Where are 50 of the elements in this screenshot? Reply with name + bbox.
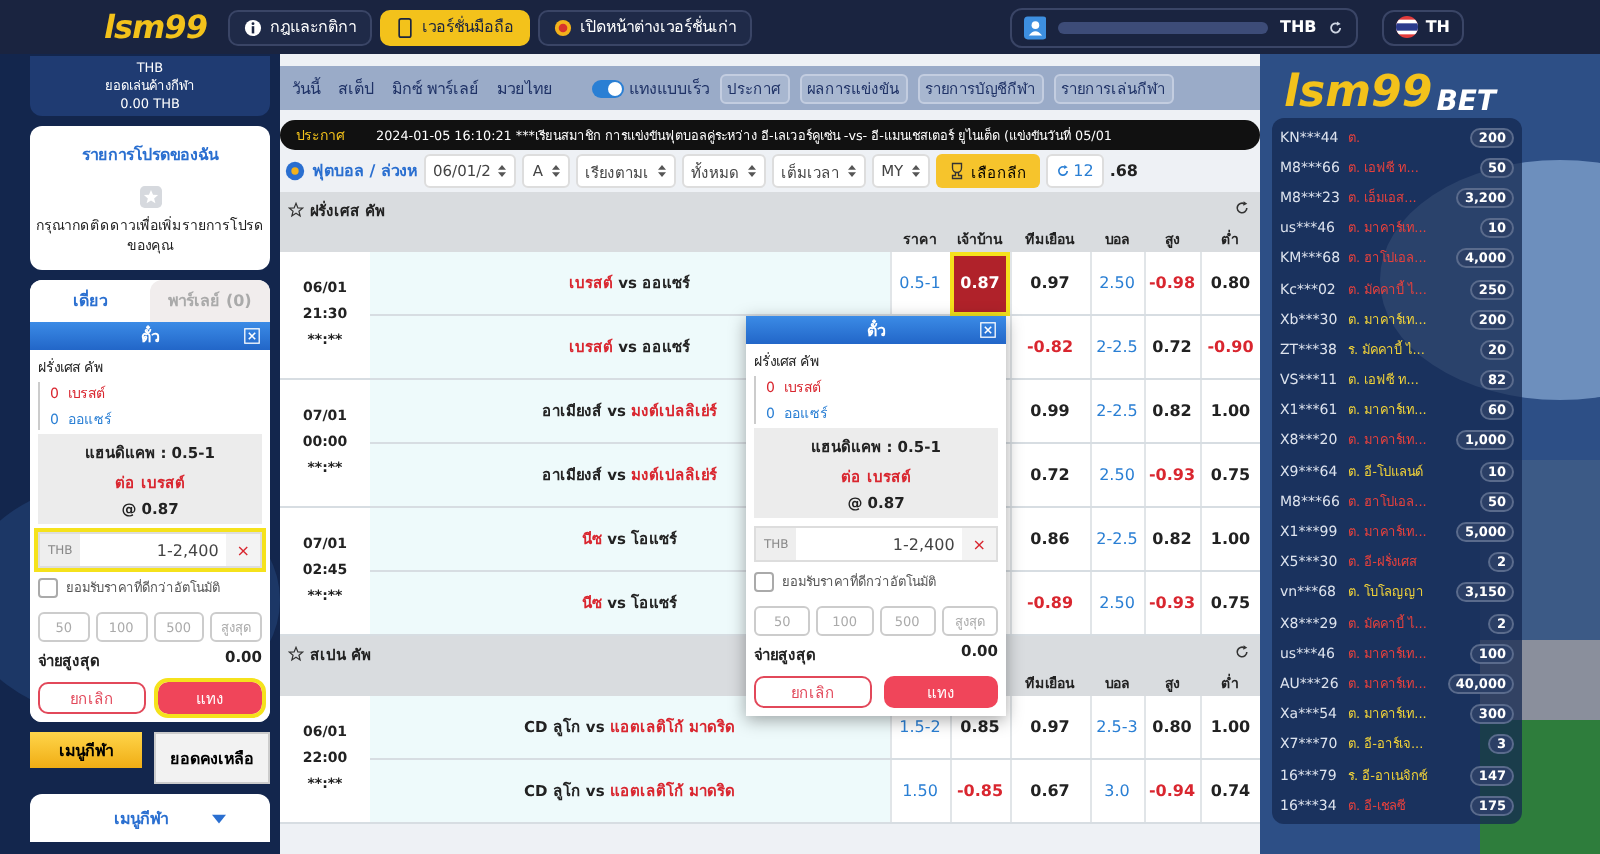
logo-tag: BET: [1436, 86, 1496, 118]
odds-value[interactable]: 1.5-2: [899, 717, 941, 735]
menu-button[interactable]: เมนูกีฬา: [30, 732, 142, 768]
odds-value[interactable]: 1.50: [902, 781, 938, 799]
odds-value[interactable]: 0.97: [1030, 273, 1070, 291]
odds-value[interactable]: 0.75: [1210, 593, 1251, 611]
menu-button[interactable]: ยอดคงเหลือ: [154, 732, 270, 784]
header-button[interactable]: เปิดหน้าต่างเวอร์ชั่นเก่า: [538, 9, 752, 45]
odds-value[interactable]: 0.97: [1030, 717, 1070, 735]
slip-title: ตั๋ว: [867, 317, 885, 343]
language-button[interactable]: TH: [1381, 9, 1464, 45]
odds-value[interactable]: 0.80: [1210, 273, 1251, 291]
dropdown-label: เมนูกีฬา: [114, 807, 168, 831]
toggle-label: แทงแบบเร็ว: [629, 76, 710, 101]
nav-tab[interactable]: มวยไทย: [493, 75, 558, 101]
odds-text: .68: [1109, 162, 1138, 180]
odds-value[interactable]: 0.99: [1030, 401, 1070, 419]
logo[interactable]: lsm99: [104, 8, 216, 46]
clear-button[interactable]: ×: [962, 528, 996, 560]
logo-text: lsm99: [1284, 68, 1433, 118]
selected-odds-cell[interactable]: 0.87: [950, 252, 1010, 315]
clear-button[interactable]: ×: [226, 534, 260, 566]
account-pill[interactable]: THB: [1009, 7, 1358, 47]
favorites-title: รายการโปรดของฉัน: [82, 143, 218, 168]
header-button[interactable]: กฎและกติกา: [228, 9, 372, 45]
nav-tab[interactable]: สเต็ป: [334, 75, 378, 101]
odds-value[interactable]: 0.5-1: [899, 273, 941, 291]
nav-tab[interactable]: มิกซ์ พาร์เลย์: [388, 75, 484, 101]
odds-value[interactable]: 0.67: [1030, 781, 1070, 799]
nav-tab[interactable]: วันนี้: [288, 75, 324, 101]
odds-value[interactable]: 0.86: [1030, 529, 1070, 547]
breadcrumb: ฟุตบอล / ล่วงห: [312, 160, 417, 184]
odds-value[interactable]: 1.00: [1210, 529, 1251, 547]
odds-value[interactable]: 0.75: [1210, 465, 1251, 483]
odds-value[interactable]: 2.50: [1099, 273, 1135, 291]
odds-value[interactable]: 2.50: [1099, 465, 1135, 483]
currency-label: THB: [1279, 18, 1317, 36]
odds-value[interactable]: 0.74: [1210, 781, 1251, 799]
odds-value[interactable]: 0.85: [960, 717, 1000, 735]
refresh-button[interactable]: 12: [1045, 154, 1104, 188]
sports-menu-dropdown[interactable]: เมนูกีฬา: [30, 794, 270, 842]
odds-value[interactable]: 1.00: [1210, 717, 1251, 735]
slip-title: ตั๋ว: [141, 323, 159, 349]
odds-value[interactable]: -0.82: [1026, 337, 1074, 355]
odds-value[interactable]: 2.50: [1099, 593, 1135, 611]
odds-value[interactable]: -0.89: [1026, 593, 1074, 611]
odds-value[interactable]: 3.0: [1104, 781, 1130, 799]
header-button[interactable]: เวอร์ชั่นมือถือ: [380, 9, 530, 45]
odds-value[interactable]: 1.00: [1210, 401, 1251, 419]
odds-value[interactable]: 0.72: [1030, 465, 1070, 483]
